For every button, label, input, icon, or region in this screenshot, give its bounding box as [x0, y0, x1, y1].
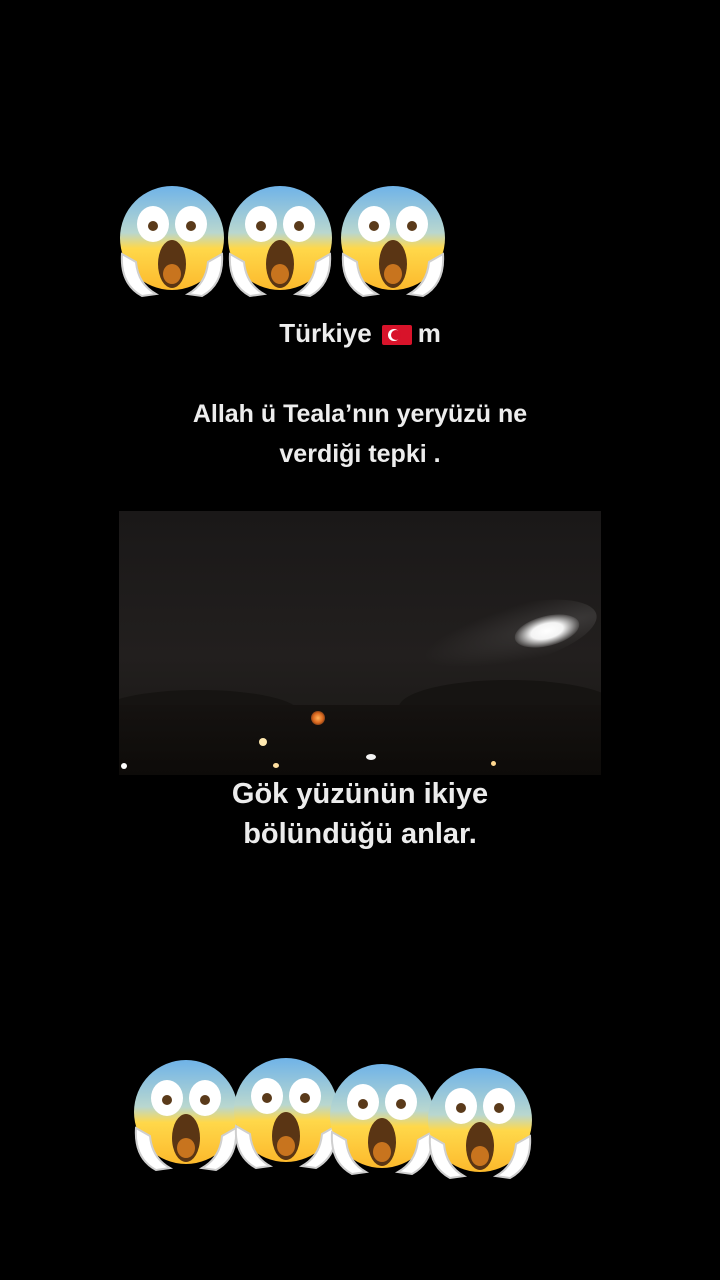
face-screaming-in-fear-icon [130, 1058, 242, 1176]
caption-line-2: Allah ü Teala’nın yeryüzü ne [192, 400, 528, 428]
title-line-turkiye: Türkiye m [0, 318, 720, 349]
title-suffix: m [417, 318, 441, 348]
face-screaming-in-fear-icon [116, 184, 228, 302]
light-trail [414, 585, 601, 687]
caption-line-3: verdiği tepki . [279, 440, 441, 468]
face-screaming-in-fear-icon [224, 184, 336, 302]
title-text: Türkiye [279, 318, 372, 348]
face-screaming-in-fear-icon [337, 184, 449, 302]
video-frame[interactable] [119, 511, 601, 775]
face-screaming-in-fear-icon [326, 1062, 438, 1180]
street-lamp [311, 711, 325, 725]
ground [119, 705, 601, 775]
turkey-flag-icon [381, 325, 412, 345]
street-lamp [491, 761, 496, 766]
face-screaming-in-fear-icon [424, 1066, 536, 1184]
street-lamp [273, 763, 279, 768]
street-lamp [121, 763, 127, 769]
video-caption-line-2: bölündüğü anlar. [243, 818, 477, 850]
video-caption-line-1: Gök yüzünün ikiye [231, 778, 489, 810]
street-lamp [366, 754, 376, 760]
street-lamp [259, 738, 267, 746]
